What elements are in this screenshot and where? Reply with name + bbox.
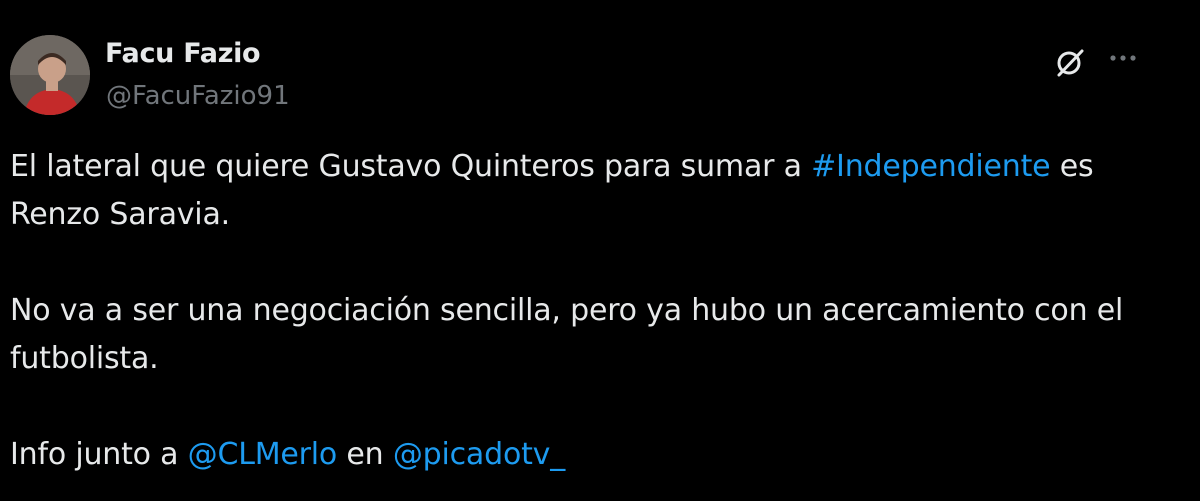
user-avatar-icon xyxy=(10,35,90,115)
text-segment: Info junto a xyxy=(10,437,188,472)
tweet-paragraph-1: El lateral que quiere Gustavo Quinteros … xyxy=(10,143,1180,239)
grok-icon[interactable] xyxy=(1052,44,1088,80)
tweet-text: El lateral que quiere Gustavo Quinteros … xyxy=(10,143,1180,479)
mention-link[interactable]: @CLMerlo xyxy=(188,437,338,472)
tweet-paragraph-3: Info junto a @CLMerlo en @picadotv_ xyxy=(10,431,1180,479)
text-segment: El lateral que quiere Gustavo Quinteros … xyxy=(10,149,812,184)
hashtag-link[interactable]: #Independiente xyxy=(811,149,1050,184)
author-handle[interactable]: @FacuFazio91 xyxy=(106,81,290,111)
avatar[interactable] xyxy=(10,35,90,115)
tweet-paragraph-2: No va a ser una negociación sencilla, pe… xyxy=(10,287,1180,383)
tweet-card: Facu Fazio @FacuFazio91 El lateral que q… xyxy=(0,0,1200,501)
more-options-icon[interactable] xyxy=(1106,44,1142,74)
author-name[interactable]: Facu Fazio xyxy=(105,38,261,69)
mention-link[interactable]: @picadotv_ xyxy=(393,437,565,472)
text-segment: No va a ser una negociación sencilla, pe… xyxy=(10,293,1124,376)
text-segment: en xyxy=(337,437,393,472)
